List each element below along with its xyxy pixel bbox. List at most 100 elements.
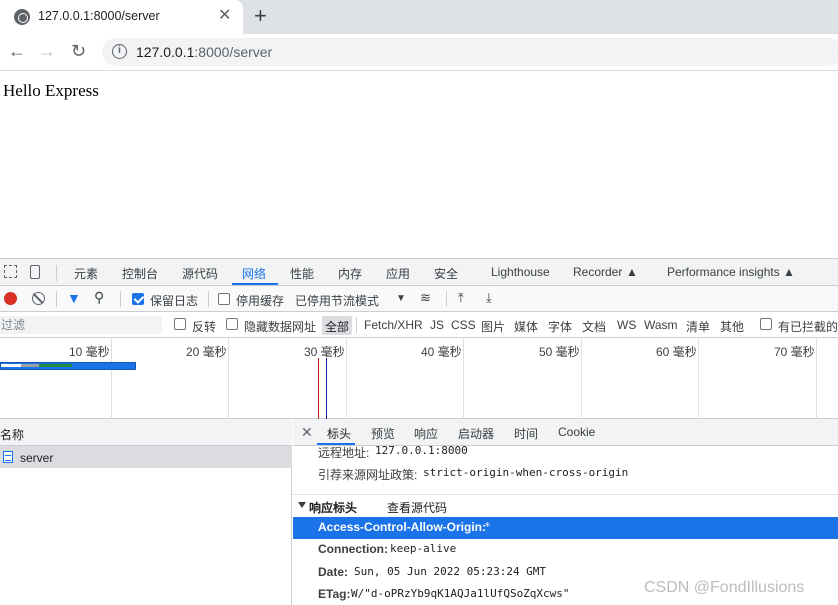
preserve-log-checkbox[interactable] [132, 293, 144, 305]
back-icon[interactable]: ← [8, 40, 26, 62]
load-event-line [318, 358, 319, 419]
tab-security[interactable]: 安全 [434, 265, 458, 282]
devtools-tabbar: 元素 控制台 源代码 网络 性能 内存 应用 安全 Lighthouse Rec… [0, 258, 838, 286]
response-header-row[interactable]: Access-Control-Allow-Origin: * [293, 517, 838, 539]
request-name: server [20, 451, 54, 465]
type-filter-doc[interactable]: 文档 [582, 318, 606, 335]
response-header-row[interactable]: Connection: keep-alive [293, 539, 838, 561]
general-row: 引荐来源网址政策: strict-origin-when-cross-origi… [293, 463, 838, 485]
network-conditions-icon[interactable]: ≋ [420, 290, 431, 306]
header-key: Access-Control-Allow-Origin: [318, 520, 487, 534]
disable-cache-checkbox[interactable] [218, 293, 230, 305]
filter-bar: 过滤 反转 隐藏数据网址 全部 Fetch/XHR JS CSS 图片 媒体 字… [0, 312, 838, 338]
reload-icon[interactable]: ↻ [71, 40, 86, 62]
tab-performance[interactable]: 性能 [290, 265, 314, 282]
tab-response[interactable]: 响应 [414, 425, 438, 442]
invert-checkbox[interactable] [174, 318, 186, 330]
page-body-text: Hello Express [3, 81, 99, 100]
tab-memory[interactable]: 内存 [338, 265, 362, 282]
name-column-header: 名称 [0, 428, 25, 442]
throttling-select[interactable]: 已停用节流模式 [295, 292, 379, 309]
hide-data-urls-checkbox[interactable] [226, 318, 238, 330]
tab-elements[interactable]: 元素 [74, 265, 98, 282]
record-icon[interactable] [4, 292, 17, 305]
domcontentloaded-line [326, 358, 327, 419]
close-icon[interactable]: ✕ [301, 424, 313, 441]
header-value: strict-origin-when-cross-origin [423, 466, 629, 479]
close-tab-icon[interactable]: ✕ [218, 7, 231, 25]
blocked-checkbox[interactable] [760, 318, 772, 330]
tab-sources[interactable]: 源代码 [182, 265, 218, 282]
type-filter-all[interactable]: 全部 [322, 316, 353, 335]
header-value: 127.0.0.1:8000 [375, 444, 468, 457]
forward-icon[interactable]: → [38, 40, 56, 62]
filter-input[interactable]: 过滤 [0, 316, 162, 334]
type-filter-other[interactable]: 其他 [720, 318, 744, 335]
filter-icon[interactable]: ▼ [67, 290, 81, 306]
disable-cache-label: 停用缓存 [236, 294, 285, 308]
tab-cookies[interactable]: Cookie [558, 425, 595, 439]
browser-tab[interactable]: 127.0.0.1:8000/server ✕ [0, 0, 243, 34]
watermark: CSDN @FondIllusions [644, 579, 805, 596]
header-key: 远程地址: [318, 446, 370, 460]
tab-console[interactable]: 控制台 [122, 265, 158, 282]
search-icon[interactable]: ⚲ [94, 289, 104, 306]
type-filter-img[interactable]: 图片 [481, 318, 505, 335]
type-filter-wasm[interactable]: Wasm [644, 318, 678, 332]
timeline-tick-label: 30 毫秒 [304, 345, 345, 359]
import-har-icon[interactable]: ⤒ [458, 290, 464, 306]
device-toolbar-icon[interactable] [30, 265, 40, 279]
page-content: Hello Express [0, 72, 838, 258]
type-filter-ws[interactable]: WS [617, 318, 636, 332]
document-icon [3, 451, 13, 463]
header-value: keep-alive [390, 542, 457, 555]
view-source-link[interactable]: 查看源代码 [387, 499, 447, 516]
clear-icon[interactable] [32, 292, 45, 305]
tab-title: 127.0.0.1:8000/server [38, 9, 160, 23]
inspect-element-icon[interactable] [4, 265, 17, 278]
header-key: Date: [318, 565, 349, 579]
blocked-label: 有已拦截的 [778, 320, 838, 334]
url-text: 127.0.0.1:8000/server [136, 44, 273, 60]
general-row: 远程地址: 127.0.0.1:8000 [293, 441, 838, 463]
address-bar[interactable]: i 127.0.0.1:8000/server [102, 38, 838, 66]
response-headers-title: 响应标头 [309, 501, 358, 515]
tab-preview[interactable]: 预览 [371, 425, 395, 442]
header-key: ETag: [318, 587, 351, 601]
response-headers-section[interactable]: 响应标头 查看源代码 [293, 494, 838, 516]
request-list: 名称 server [0, 419, 292, 605]
flask-icon: ▲ [626, 265, 638, 279]
tab-application[interactable]: 应用 [386, 265, 410, 282]
type-filter-js[interactable]: JS [430, 318, 444, 332]
tab-network[interactable]: 网络 [242, 265, 266, 282]
header-value: Sun, 05 Jun 2022 05:23:24 GMT [354, 565, 547, 578]
tab-recorder[interactable]: Recorder [573, 265, 622, 279]
browser-toolbar: ← → ↻ i 127.0.0.1:8000/server [0, 34, 838, 71]
timeline-overview[interactable]: 10 毫秒 20 毫秒 30 毫秒 40 毫秒 50 毫秒 60 毫秒 70 毫… [0, 338, 838, 419]
type-filter-media[interactable]: 媒体 [514, 318, 538, 335]
info-icon[interactable]: i [112, 44, 127, 59]
tab-performance-insights[interactable]: Performance insights [667, 265, 780, 279]
tab-lighthouse[interactable]: Lighthouse [491, 265, 550, 279]
timeline-tick-label: 10 毫秒 [69, 345, 110, 359]
new-tab-icon[interactable]: + [254, 3, 267, 29]
type-filter-font[interactable]: 字体 [548, 318, 572, 335]
request-list-header[interactable]: 名称 [0, 419, 292, 446]
type-filter-fetch-xhr[interactable]: Fetch/XHR [364, 318, 423, 332]
flask-icon: ▲ [783, 265, 795, 279]
preserve-log-label: 保留日志 [150, 294, 199, 308]
type-filter-manifest[interactable]: 清单 [686, 318, 710, 335]
invert-label: 反转 [192, 320, 217, 334]
request-row[interactable]: server [0, 446, 292, 468]
header-value: W/"d-oPRzYb9qK1AQJa1lUfQSoZqXcws" [351, 587, 570, 600]
hide-data-urls-label: 隐藏数据网址 [244, 320, 317, 334]
tab-initiator[interactable]: 启动器 [458, 425, 494, 442]
type-filter-css[interactable]: CSS [451, 318, 476, 332]
tab-timing[interactable]: 时间 [514, 425, 538, 442]
chevron-down-icon[interactable]: ▼ [396, 293, 406, 304]
triangle-down-icon [298, 502, 306, 508]
tab-strip: 127.0.0.1:8000/server ✕ + [0, 0, 838, 34]
tab-headers[interactable]: 标头 [327, 425, 351, 442]
header-key: 引荐来源网址政策: [318, 468, 418, 482]
export-har-icon[interactable]: ⤓ [486, 290, 492, 306]
